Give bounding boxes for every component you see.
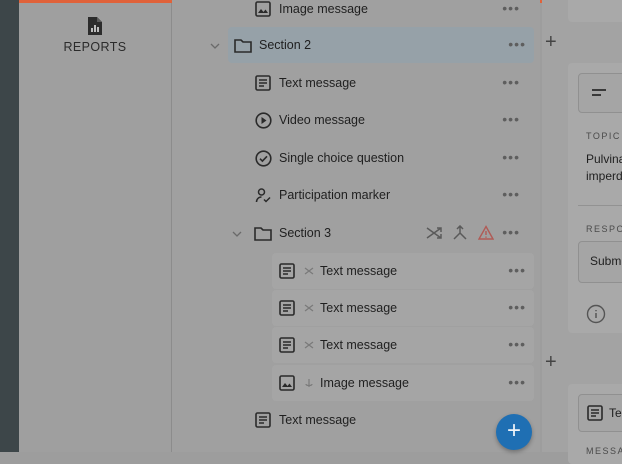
- add-item-button[interactable]: +: [496, 414, 532, 450]
- tree-item-single-choice[interactable]: Single choice question •••: [254, 140, 528, 176]
- folder-icon: [254, 224, 272, 242]
- tree-item-label: Participation marker: [279, 188, 391, 202]
- tree-item-label: Single choice question: [279, 151, 405, 165]
- topic-label: TOPIC: [586, 131, 621, 141]
- play-circle-icon: [254, 111, 272, 129]
- nav-item-reports[interactable]: REPORTS: [19, 3, 171, 54]
- response-label: RESPO: [586, 224, 622, 234]
- add-block-button[interactable]: +: [545, 352, 557, 372]
- shuffle-icon: [303, 339, 315, 351]
- tree-item-text-message[interactable]: Text message •••: [272, 327, 534, 363]
- split-icon[interactable]: [452, 225, 468, 241]
- message-type-select[interactable]: Te: [578, 394, 622, 432]
- tree-item-text-message[interactable]: Text message •••: [272, 290, 534, 326]
- tree-item-label: Video message: [279, 113, 365, 127]
- shuffle-icon[interactable]: [426, 225, 442, 241]
- response-select[interactable]: Submi: [578, 241, 622, 283]
- tree-item-label: Text message: [279, 76, 357, 90]
- response-value: Submi: [590, 254, 622, 268]
- question-type-select[interactable]: [578, 73, 622, 113]
- tree-item-label: Text message: [320, 301, 398, 315]
- tree-item-label: Image message: [279, 2, 368, 16]
- more-options-icon[interactable]: •••: [508, 37, 526, 51]
- question-card: TOPIC Pulvina imperd RESPO Submi: [568, 63, 622, 333]
- tree-item-text-message[interactable]: Text message: [254, 402, 528, 438]
- section-tools: [426, 225, 494, 241]
- anchor-icon: [303, 377, 315, 389]
- text-message-icon: [254, 74, 272, 92]
- more-options-icon[interactable]: •••: [508, 337, 526, 351]
- shuffle-icon: [303, 302, 315, 314]
- folder-icon: [234, 36, 252, 54]
- check-circle-icon: [254, 149, 272, 167]
- text-message-icon: [587, 405, 603, 421]
- person-check-icon: [254, 186, 272, 204]
- tree-section-3[interactable]: Section 3 •••: [254, 215, 528, 251]
- tree-item-text-message[interactable]: Text message •••: [254, 65, 528, 101]
- more-options-icon[interactable]: •••: [502, 75, 520, 89]
- message-caption: MESSA: [586, 446, 622, 456]
- tree-item-text-message[interactable]: Text message •••: [272, 253, 534, 289]
- short-text-icon: [592, 89, 606, 96]
- tree-item-image-message[interactable]: Image message •••: [272, 365, 534, 401]
- add-block-button[interactable]: +: [545, 32, 557, 52]
- tree-item-label: Image message: [320, 376, 409, 390]
- tree-item-participation-marker[interactable]: Participation marker •••: [254, 177, 528, 213]
- chevron-down-icon[interactable]: [230, 227, 244, 241]
- more-options-icon[interactable]: •••: [502, 225, 520, 239]
- tree-section-2[interactable]: Section 2 •••: [228, 27, 534, 63]
- side-navigation: REPORTS: [19, 3, 172, 452]
- warning-icon[interactable]: [478, 225, 494, 241]
- tree-section-label: Section 3: [279, 226, 332, 240]
- more-options-icon[interactable]: •••: [508, 263, 526, 277]
- text-message-icon: [278, 262, 296, 280]
- text-message-card: Te MESSA: [568, 384, 622, 464]
- more-options-icon[interactable]: •••: [502, 112, 520, 126]
- tree-section-label: Section 2: [259, 38, 312, 52]
- info-icon[interactable]: [586, 304, 606, 324]
- text-message-icon: [254, 411, 272, 429]
- nav-item-reports-label: REPORTS: [63, 40, 127, 54]
- text-message-icon: [278, 336, 296, 354]
- tree-item-label: Text message: [320, 338, 398, 352]
- text-message-icon: [278, 299, 296, 317]
- more-options-icon[interactable]: •••: [502, 1, 520, 15]
- topic-text-line-1: Pulvina: [586, 152, 622, 166]
- more-options-icon[interactable]: •••: [508, 375, 526, 389]
- content-tree: Image message ••• Section 2 ••• Text mes…: [172, 0, 540, 452]
- previous-card: [568, 0, 622, 22]
- more-options-icon[interactable]: •••: [502, 187, 520, 201]
- report-document-icon: [88, 17, 102, 35]
- image-icon: [254, 0, 272, 18]
- tree-item-video-message[interactable]: Video message •••: [254, 102, 528, 138]
- divider: [578, 205, 622, 206]
- tree-item-label: Text message: [279, 413, 357, 427]
- right-panel: + TOPIC Pulvina imperd RESPO Submi + Te …: [542, 0, 622, 464]
- tree-item-image-message[interactable]: Image message •••: [254, 0, 528, 27]
- more-options-icon[interactable]: •••: [502, 150, 520, 164]
- message-type-label: Te: [609, 406, 622, 420]
- topic-text-line-2: imperd: [586, 169, 622, 183]
- chevron-down-icon[interactable]: [208, 39, 222, 53]
- app-rail: [0, 0, 19, 452]
- shuffle-icon: [303, 265, 315, 277]
- image-icon: [278, 374, 296, 392]
- more-options-icon[interactable]: •••: [508, 300, 526, 314]
- tree-item-label: Text message: [320, 264, 398, 278]
